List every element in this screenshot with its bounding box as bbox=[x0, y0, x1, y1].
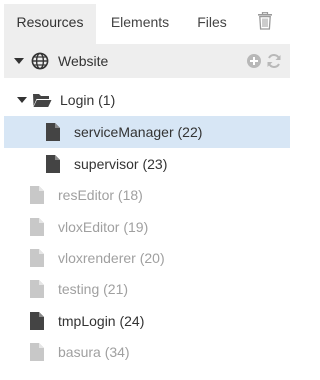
tree-item-vloxeditor[interactable]: vloxEditor (19) bbox=[4, 211, 290, 243]
file-icon bbox=[30, 249, 44, 267]
tab-resources[interactable]: Resources bbox=[4, 4, 96, 44]
caret-down-icon[interactable] bbox=[14, 58, 24, 64]
tree-item-label: vloxrenderer (20) bbox=[58, 250, 165, 266]
file-icon bbox=[30, 312, 44, 330]
tree-item-label: tmpLogin (24) bbox=[58, 313, 145, 329]
tree-item-tmplogin[interactable]: tmpLogin (24) bbox=[4, 305, 290, 337]
folder-open-icon bbox=[33, 94, 52, 107]
tree-item-label: basura (34) bbox=[58, 344, 130, 360]
tab-bar: Resources Elements Files bbox=[0, 0, 296, 44]
tree-item-label: resEditor (18) bbox=[58, 187, 143, 203]
tree-item-label: testing (21) bbox=[58, 281, 129, 297]
file-icon bbox=[30, 186, 44, 204]
file-icon bbox=[30, 343, 44, 361]
refresh-icon[interactable] bbox=[266, 53, 282, 69]
tree-item-vloxrenderer[interactable]: vloxrenderer (20) bbox=[4, 242, 290, 274]
tree-folder-login[interactable]: Login (1) bbox=[4, 84, 290, 116]
caret-down-icon[interactable] bbox=[17, 97, 27, 103]
tree-root-website[interactable]: Website bbox=[4, 44, 290, 78]
tree-root-label: Website bbox=[58, 53, 109, 69]
tree-item-basura[interactable]: basura (34) bbox=[4, 336, 290, 368]
file-icon bbox=[30, 280, 44, 298]
tab-elements[interactable]: Elements bbox=[100, 4, 180, 44]
file-icon bbox=[46, 155, 60, 173]
trash-icon[interactable] bbox=[257, 12, 273, 30]
tab-files[interactable]: Files bbox=[188, 4, 236, 44]
globe-icon bbox=[31, 52, 49, 70]
tree-item-label: serviceManager (22) bbox=[74, 124, 203, 140]
file-icon bbox=[46, 123, 60, 141]
tree-item-testing[interactable]: testing (21) bbox=[4, 273, 290, 305]
tree-item-reseditor[interactable]: resEditor (18) bbox=[4, 179, 290, 211]
tree-item-label: supervisor (23) bbox=[74, 156, 168, 172]
tree-item-label: vloxEditor (19) bbox=[58, 219, 149, 235]
tree-item-supervisor[interactable]: supervisor (23) bbox=[4, 148, 290, 180]
file-icon bbox=[30, 218, 44, 236]
tree-folder-label: Login (1) bbox=[60, 92, 116, 108]
add-icon[interactable] bbox=[247, 54, 261, 68]
tree-item-servicemanager[interactable]: serviceManager (22) bbox=[4, 116, 290, 148]
